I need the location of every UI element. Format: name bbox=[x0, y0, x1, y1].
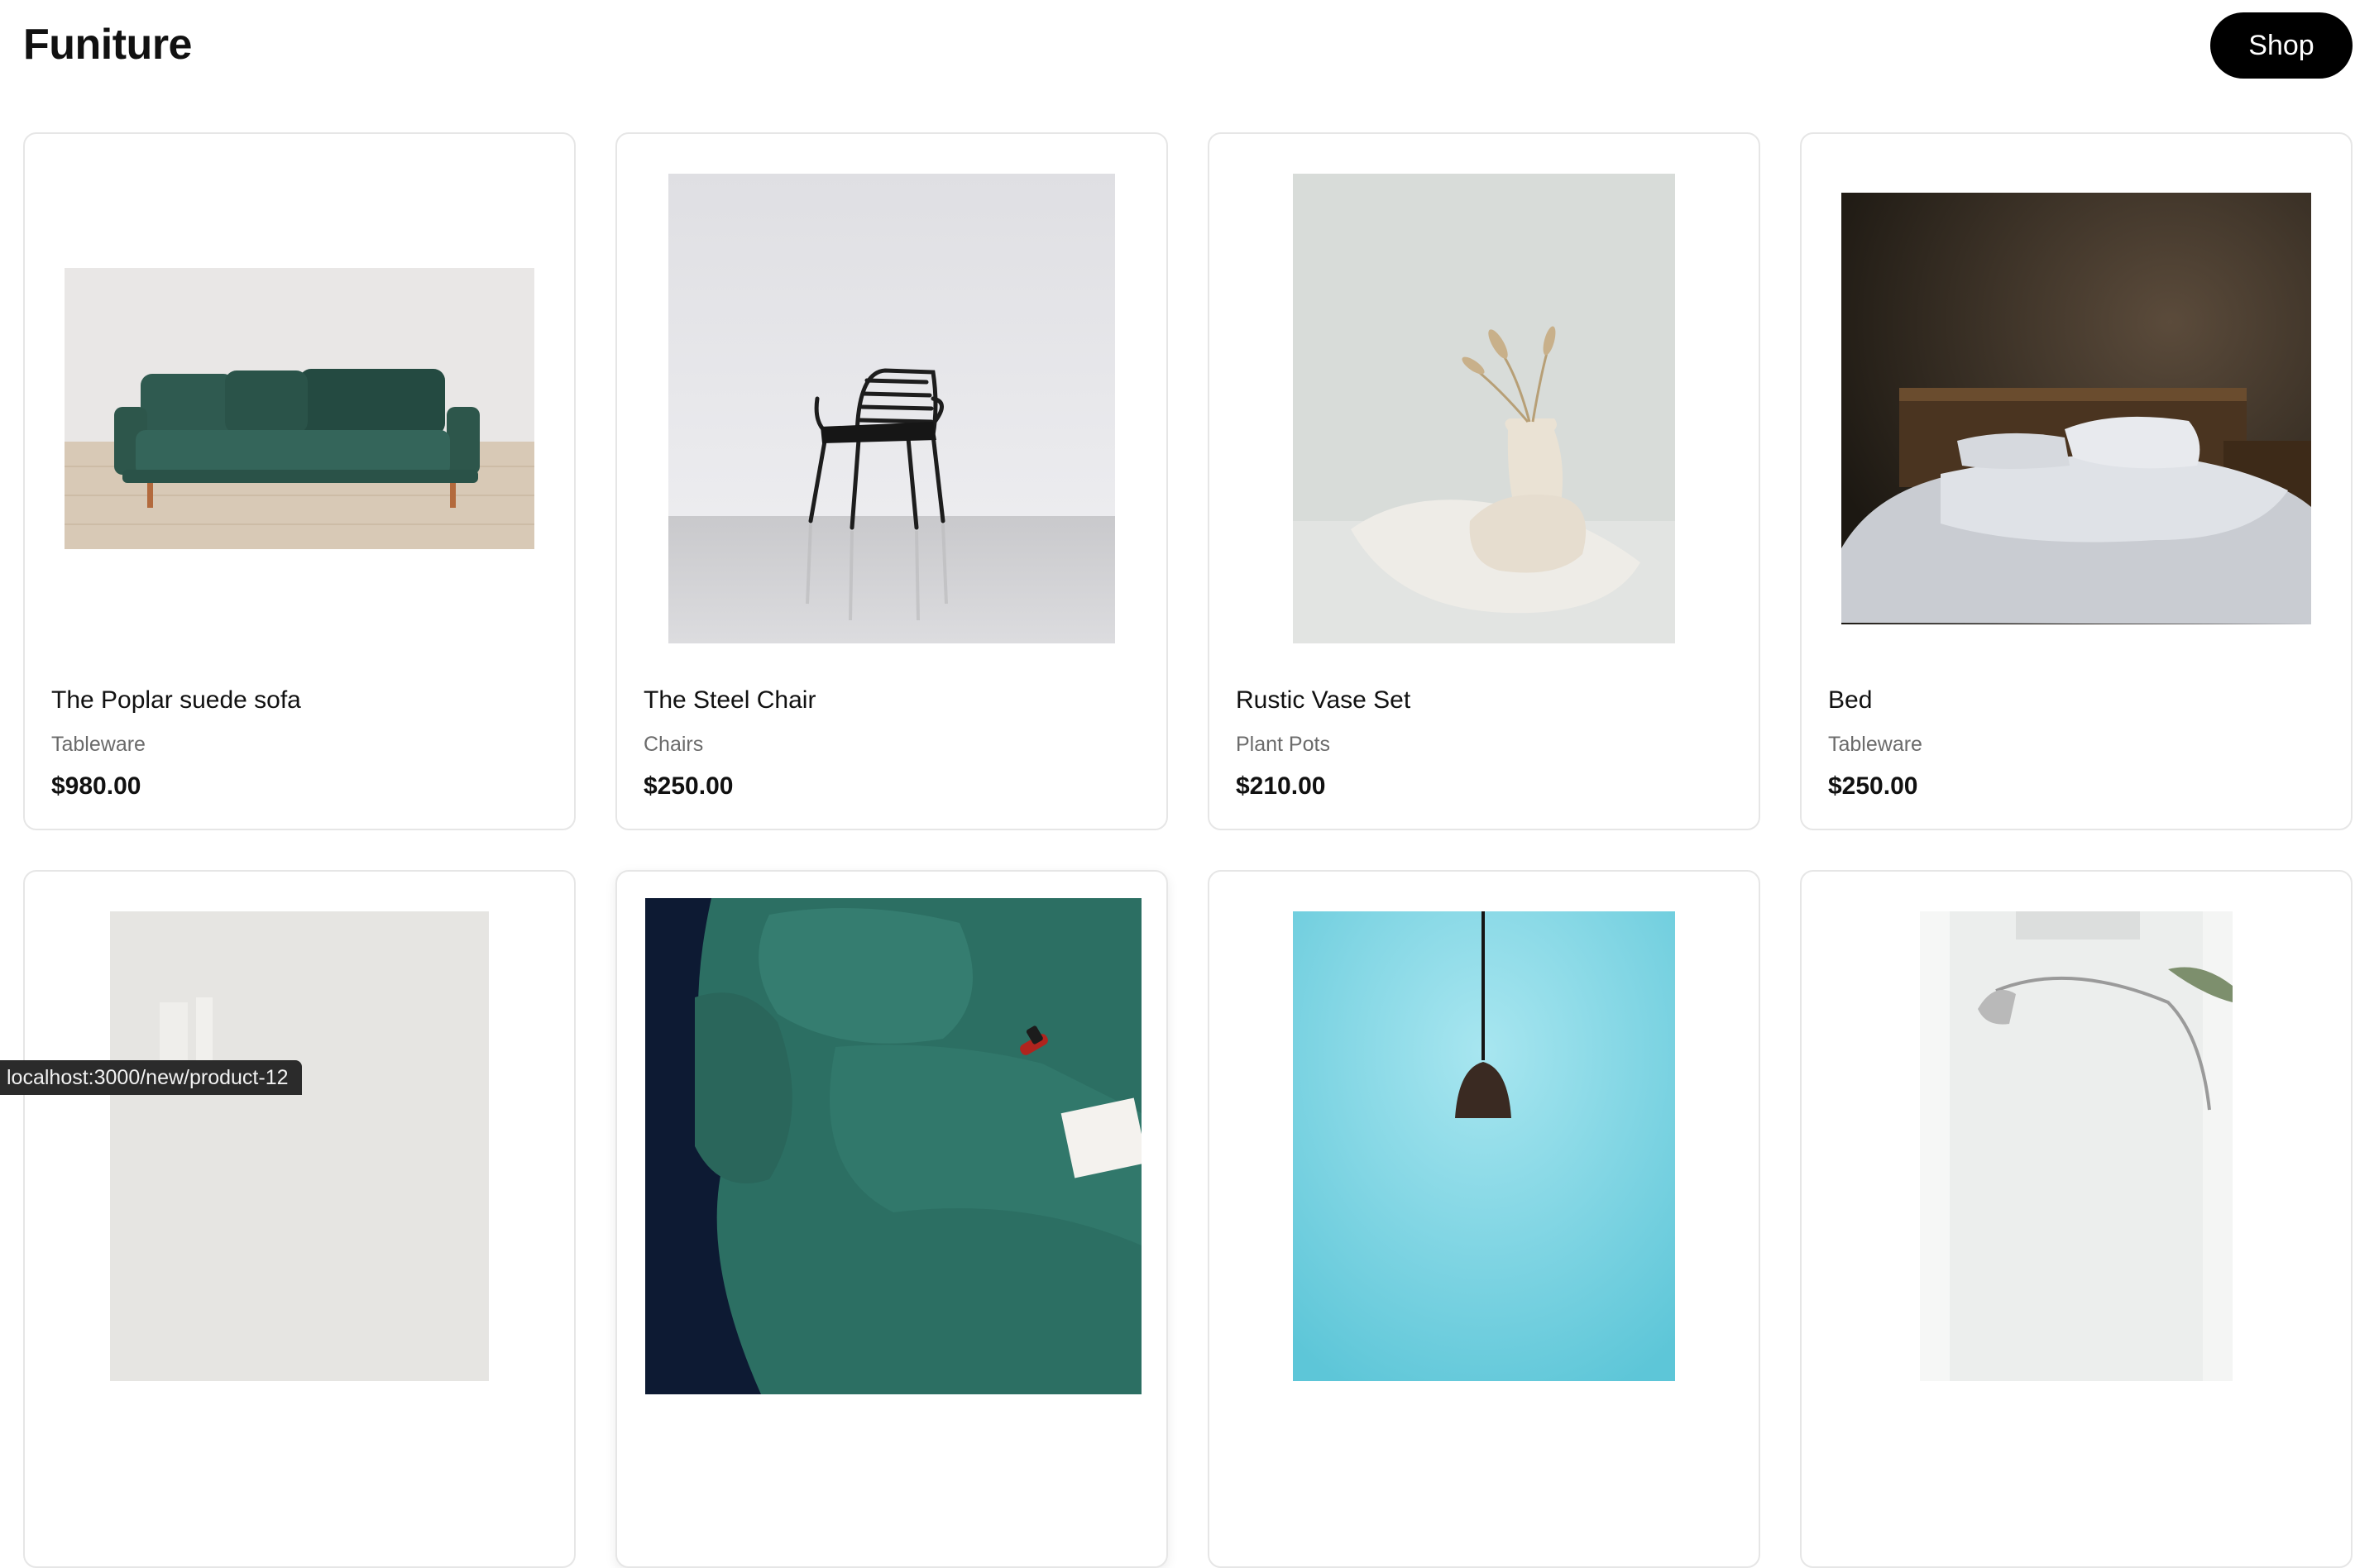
product-card[interactable]: The Poplar suede sofa Tableware $980.00 bbox=[23, 132, 576, 830]
product-image-wrap[interactable] bbox=[657, 174, 1127, 643]
product-card[interactable]: The Steel Chair Chairs $250.00 bbox=[615, 132, 1168, 830]
pendant-lamp-photo bbox=[1293, 911, 1675, 1381]
product-image-wrap[interactable] bbox=[1249, 174, 1719, 643]
product-price: $210.00 bbox=[1236, 772, 1326, 800]
product-card[interactable]: Rustic Vase Set Plant Pots $210.00 bbox=[1208, 132, 1760, 830]
product-image-wrap[interactable] bbox=[65, 911, 534, 1381]
product-image-wrap[interactable] bbox=[1841, 911, 2311, 1381]
product-card[interactable] bbox=[23, 870, 576, 1568]
product-title[interactable]: The Steel Chair bbox=[644, 686, 816, 715]
green-sofa-photo bbox=[65, 268, 534, 549]
bed-photo bbox=[1841, 193, 2311, 624]
brand-logo[interactable]: Funiture bbox=[23, 20, 192, 69]
product-card[interactable]: Bed Tableware $250.00 bbox=[1800, 132, 2353, 830]
product-image-wrap[interactable] bbox=[645, 898, 1142, 1394]
product-price: $250.00 bbox=[1828, 772, 1918, 800]
product-grid: The Poplar suede sofa Tableware $980.00 bbox=[23, 132, 2353, 1568]
product-card[interactable] bbox=[1800, 870, 2353, 1568]
product-card[interactable] bbox=[1208, 870, 1760, 1568]
product-title[interactable]: Rustic Vase Set bbox=[1236, 686, 1410, 715]
site-header: Funiture Shop bbox=[0, 0, 2379, 91]
product-title[interactable]: Bed bbox=[1828, 686, 1872, 715]
product-card[interactable] bbox=[615, 870, 1168, 1568]
green-couch-closeup-photo bbox=[645, 898, 1142, 1394]
product-category: Chairs bbox=[644, 733, 704, 756]
link-status-bar: localhost:3000/new/product-12 bbox=[0, 1060, 302, 1095]
product-image-wrap[interactable] bbox=[1249, 911, 1719, 1381]
product-price: $980.00 bbox=[51, 772, 141, 800]
product-category: Tableware bbox=[51, 733, 146, 756]
arc-lamp-photo bbox=[1920, 911, 2233, 1381]
product-image-wrap[interactable] bbox=[1841, 174, 2311, 643]
white-room-photo bbox=[110, 911, 489, 1381]
product-category: Tableware bbox=[1828, 733, 1922, 756]
product-image-wrap[interactable] bbox=[65, 174, 534, 643]
product-title[interactable]: The Poplar suede sofa bbox=[51, 686, 301, 715]
vase-photo bbox=[1293, 174, 1675, 643]
product-category: Plant Pots bbox=[1236, 733, 1330, 756]
shop-button[interactable]: Shop bbox=[2210, 12, 2353, 79]
product-price: $250.00 bbox=[644, 772, 734, 800]
steel-chair-photo bbox=[668, 174, 1115, 643]
